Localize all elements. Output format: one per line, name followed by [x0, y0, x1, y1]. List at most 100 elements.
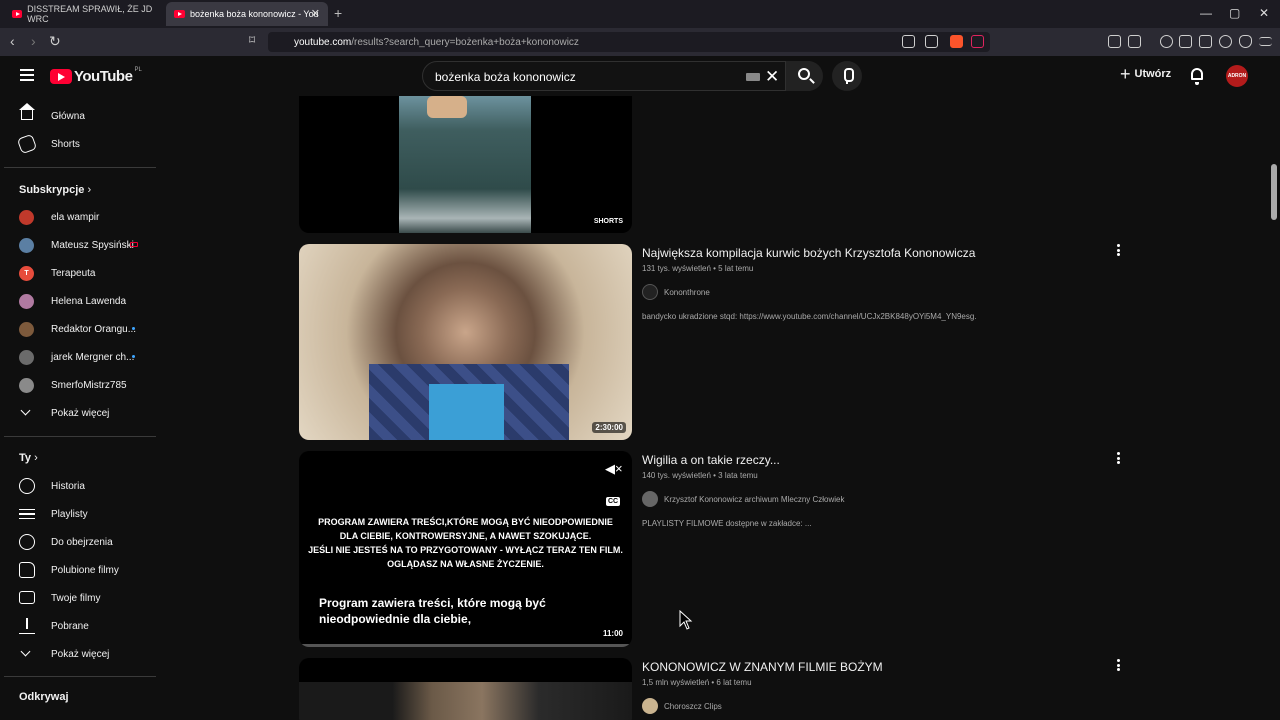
address-bar[interactable]: youtube.com/results?search_query=bożenka…: [268, 32, 990, 52]
page-scrollbar[interactable]: [1268, 56, 1280, 720]
video-meta: 140 tys. wyświetleń • 3 lata temu: [642, 471, 758, 480]
channel-avatar: [19, 293, 34, 309]
sidebar-sub-item[interactable]: jarek Mergner ch...: [0, 343, 156, 371]
sidebar-sub-item[interactable]: Mateusz Spysiński: [0, 231, 156, 259]
video-description: bandycko ukradzione stqd: https://www.yo…: [642, 312, 977, 321]
sidebar-item-history[interactable]: Historia: [0, 472, 156, 500]
url-path: /results?search_query=bożenka+boża+konon…: [351, 36, 579, 48]
scrollbar-thumb[interactable]: [1271, 164, 1277, 220]
sidebar-item-label: Pobrane: [51, 620, 89, 632]
create-button[interactable]: + Utwórz: [1120, 64, 1172, 84]
screenshot-icon[interactable]: [1128, 35, 1141, 48]
leo-ai-icon[interactable]: [1219, 35, 1232, 48]
youtube-logo[interactable]: YouTube PL: [50, 67, 142, 85]
channel-link[interactable]: Kononthrone: [642, 284, 710, 300]
you-heading[interactable]: Ty ›: [19, 452, 38, 464]
channel-name: SmerfoMistrz785: [51, 379, 127, 391]
channel-name: Kononthrone: [664, 287, 710, 297]
sidebar-item-label: Shorts: [51, 138, 80, 150]
back-icon[interactable]: ‹: [10, 33, 15, 49]
video-meta: 1,5 mln wyświetleń • 6 lat temu: [642, 678, 752, 687]
sidebar-show-more[interactable]: Pokaż więcej: [0, 399, 156, 427]
tab-title: DISSTREAM SPRAWIŁ, ŻE JD WRC: [27, 4, 153, 24]
youtube-favicon-icon: [174, 10, 185, 18]
vpn-shield-icon[interactable]: [1239, 35, 1252, 48]
minimize-button[interactable]: —: [1200, 6, 1212, 20]
keyboard-icon[interactable]: [746, 73, 760, 81]
video-preview-player[interactable]: ◀× CC PROGRAM ZAWIERA TREŚCI,KTÓRE MOGĄ …: [299, 451, 632, 647]
subscriptions-heading[interactable]: Subskrypcje ›: [19, 184, 91, 196]
reload-icon[interactable]: ↻: [49, 33, 61, 50]
shorts-icon: [16, 133, 38, 155]
sidebar-item-label: Polubione filmy: [51, 564, 119, 576]
sidebar-item-downloads[interactable]: Pobrane: [0, 612, 156, 640]
channel-avatar: [19, 209, 34, 225]
sidebar-item-liked[interactable]: Polubione filmy: [0, 556, 156, 584]
search-results: SHORTS 2:30:00 Największa kompilacja kur…: [160, 96, 1268, 720]
browser-tab[interactable]: DISSTREAM SPRAWIŁ, ŻE JD WRC: [4, 2, 164, 26]
sidebar-item-home[interactable]: Główna: [0, 102, 156, 130]
wallet-icon[interactable]: [1199, 35, 1212, 48]
notifications-bell-icon[interactable]: [1191, 68, 1203, 85]
account-avatar[interactable]: ADRON: [1226, 65, 1248, 87]
extensions-icon[interactable]: [1108, 35, 1121, 48]
sweater-panel: [429, 384, 504, 440]
sidebar-item-shorts[interactable]: Shorts: [0, 130, 156, 158]
cc-button[interactable]: CC: [606, 497, 621, 506]
video-title[interactable]: Wigilia a on takie rzeczy...: [642, 453, 780, 467]
video-title[interactable]: KONONOWICZ W ZNANYM FILMIE BOŻYM: [642, 660, 883, 674]
video-title[interactable]: Największa kompilacja kurwic bożych Krzy…: [642, 246, 975, 260]
more-actions-icon[interactable]: [1117, 244, 1120, 256]
voice-search-button[interactable]: [832, 61, 862, 91]
sidebar-sub-item[interactable]: ela wampir: [0, 203, 156, 231]
sidebar-show-more[interactable]: Pokaż więcej: [0, 640, 156, 668]
mute-icon[interactable]: ◀×: [605, 461, 623, 477]
clock-icon: [19, 534, 35, 550]
divider: [4, 167, 156, 168]
music-icon[interactable]: [1160, 35, 1173, 48]
video-duration: 2:30:00: [592, 422, 626, 433]
sidebar-sub-item[interactable]: T Terapeuta: [0, 259, 156, 287]
plus-icon: +: [1120, 64, 1131, 84]
sidebar-item-playlists[interactable]: Playlisty: [0, 500, 156, 528]
close-window-button[interactable]: ✕: [1259, 6, 1269, 20]
sidebar-sub-item[interactable]: Helena Lawenda: [0, 287, 156, 315]
url-host: youtube.com: [294, 36, 352, 48]
video-thumbnail[interactable]: 2:30:00: [299, 244, 632, 440]
forward-icon[interactable]: ›: [31, 33, 36, 49]
more-actions-icon[interactable]: [1117, 452, 1120, 464]
sidebar-icon[interactable]: [1179, 35, 1192, 48]
search-button[interactable]: [785, 61, 823, 91]
channel-avatar: [642, 491, 658, 507]
channel-avatar: [642, 698, 658, 714]
sidebar-item-your-videos[interactable]: Twoje filmy: [0, 584, 156, 612]
live-icon: [130, 242, 138, 247]
browser-tab-active[interactable]: bożenka boża kononowicz - You ✕: [166, 2, 328, 26]
video-thumbnail[interactable]: [299, 658, 632, 720]
short-thumbnail[interactable]: SHORTS: [299, 96, 632, 233]
channel-link[interactable]: Krzysztof Kononowicz archiwum Mleczny Cz…: [642, 491, 845, 507]
divider: [4, 676, 156, 677]
menu-icon[interactable]: [1259, 37, 1272, 46]
more-actions-icon[interactable]: [1117, 659, 1120, 671]
brave-shield-icon[interactable]: [950, 35, 963, 48]
rewards-icon[interactable]: [971, 35, 984, 48]
sidebar-sub-item[interactable]: Redaktor Orangu...: [0, 315, 156, 343]
close-tab-icon[interactable]: ✕: [311, 7, 320, 20]
channel-name: Helena Lawenda: [51, 295, 127, 307]
hamburger-menu-icon[interactable]: [20, 69, 34, 81]
maximize-button[interactable]: ▢: [1229, 6, 1240, 20]
sidebar-item-watch-later[interactable]: Do obejrzenia: [0, 528, 156, 556]
clear-search-icon[interactable]: ✕: [765, 67, 779, 87]
search-input[interactable]: bożenka boża kononowicz: [435, 70, 576, 84]
create-label: Utwórz: [1134, 68, 1172, 80]
progress-bar[interactable]: [301, 644, 631, 647]
content-warning: PROGRAM ZAWIERA TREŚCI,KTÓRE MOGĄ BYĆ NI…: [308, 517, 623, 569]
sidebar-sub-item[interactable]: SmerfoMistrz785: [0, 371, 156, 399]
thumbs-up-icon: [19, 562, 35, 578]
bookmark-icon[interactable]: ⌑: [249, 33, 255, 47]
open-in-app-icon[interactable]: [902, 35, 915, 48]
new-tab-button[interactable]: +: [334, 5, 342, 21]
channel-link[interactable]: Choroszcz Clips: [642, 698, 722, 714]
share-icon[interactable]: [925, 35, 938, 48]
